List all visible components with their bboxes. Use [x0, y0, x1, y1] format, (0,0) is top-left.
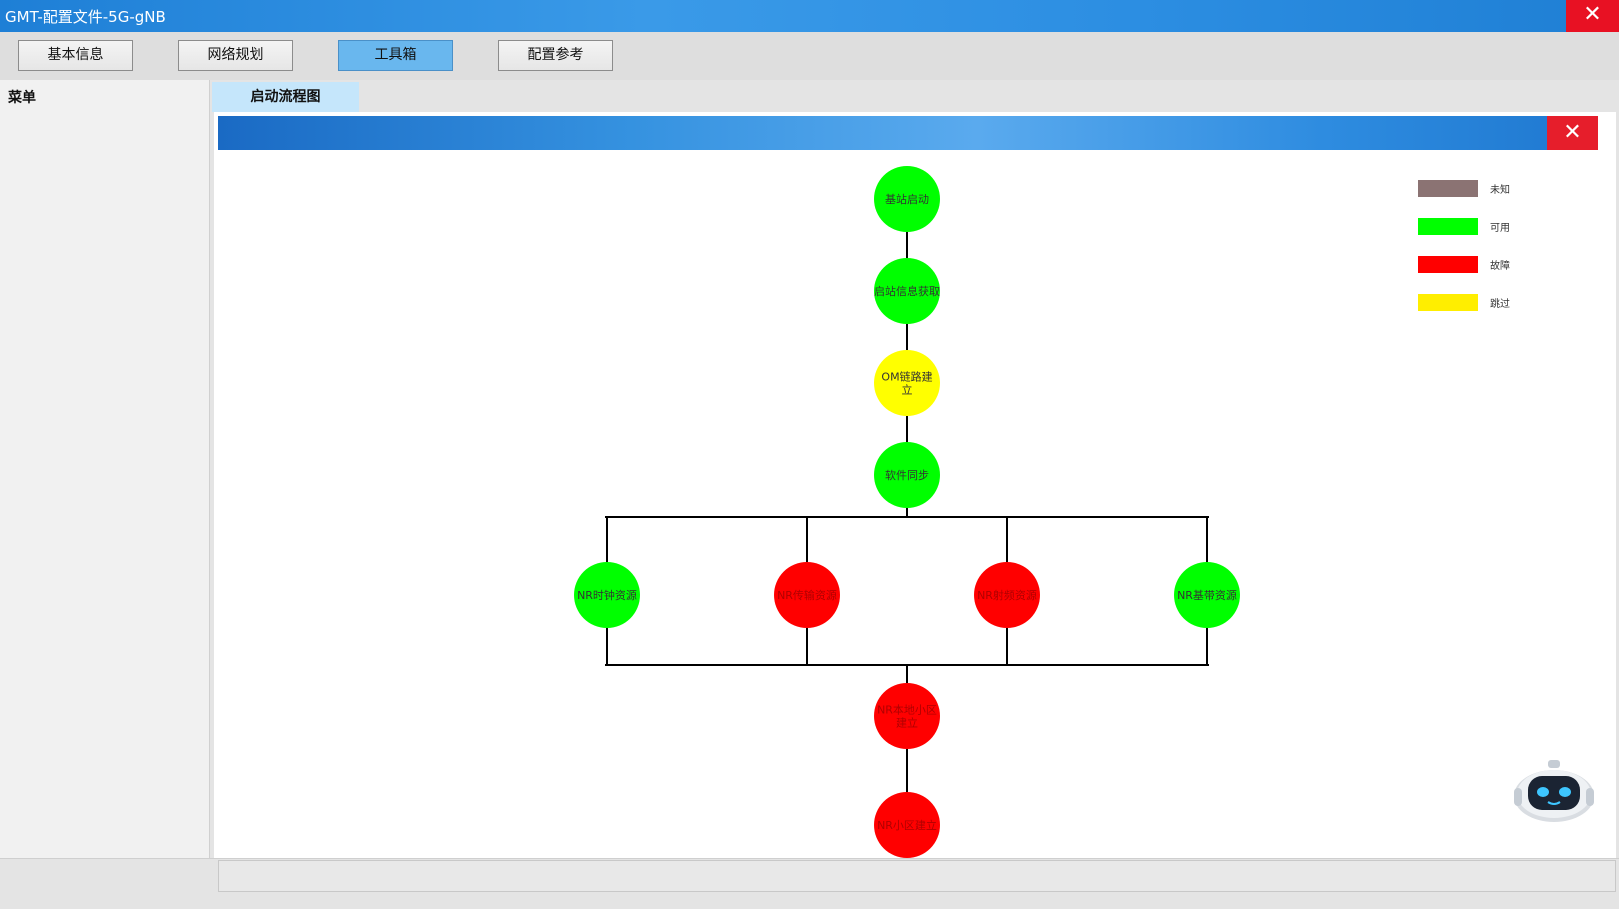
flow-node-label: NR基带资源: [1177, 588, 1237, 602]
legend-swatch: [1418, 294, 1478, 311]
flow-node-n5[interactable]: NR时钟资源: [574, 562, 640, 628]
legend-label: 可用: [1490, 223, 1510, 234]
flow-node-label: 软件同步: [885, 468, 929, 482]
flow-node-label: 立: [902, 383, 913, 397]
robot-icon[interactable]: [1512, 752, 1596, 824]
legend-label: 未知: [1490, 183, 1510, 196]
flow-node-label: NR小区建立: [877, 818, 937, 832]
legend-label: 跳过: [1490, 297, 1510, 310]
legend-swatch: [1418, 180, 1478, 197]
flow-node-label: NR时钟资源: [577, 588, 637, 602]
flow-node-n2[interactable]: 启站信息获取: [874, 258, 940, 324]
legend: 未知可用故障跳过: [1418, 180, 1510, 311]
flow-node-n10[interactable]: NR小区建立: [874, 792, 940, 858]
flow-node-label: 建立: [896, 716, 918, 730]
flow-node-label: OM链路建: [881, 370, 932, 384]
flow-node-n6[interactable]: NR传输资源: [774, 562, 840, 628]
flow-node-n8[interactable]: NR基带资源: [1174, 562, 1240, 628]
legend-swatch: [1418, 256, 1478, 273]
flow-node-label: NR射频资源: [977, 588, 1037, 602]
startup-flowchart: 基站启动启站信息获取 OM链路建立软件同步 NR时钟资源 NR传输资源 NR射频资源 NR…: [574, 166, 1510, 858]
flow-node-n3[interactable]: OM链路建立: [874, 350, 940, 416]
legend-swatch: [1418, 218, 1478, 235]
flow-node-n4[interactable]: 软件同步: [874, 442, 940, 508]
flow-node-n1[interactable]: 基站启动: [874, 166, 940, 232]
flow-node-label: 启站信息获取: [874, 284, 940, 298]
flow-node-n7[interactable]: NR射频资源: [974, 562, 1040, 628]
flow-node-label: NR本地小区: [877, 703, 937, 717]
flow-node-label: 基站启动: [885, 192, 929, 206]
legend-label: 故障: [1490, 259, 1510, 272]
flow-node-n9[interactable]: NR本地小区建立: [874, 683, 940, 749]
flow-node-label: NR传输资源: [777, 588, 837, 602]
